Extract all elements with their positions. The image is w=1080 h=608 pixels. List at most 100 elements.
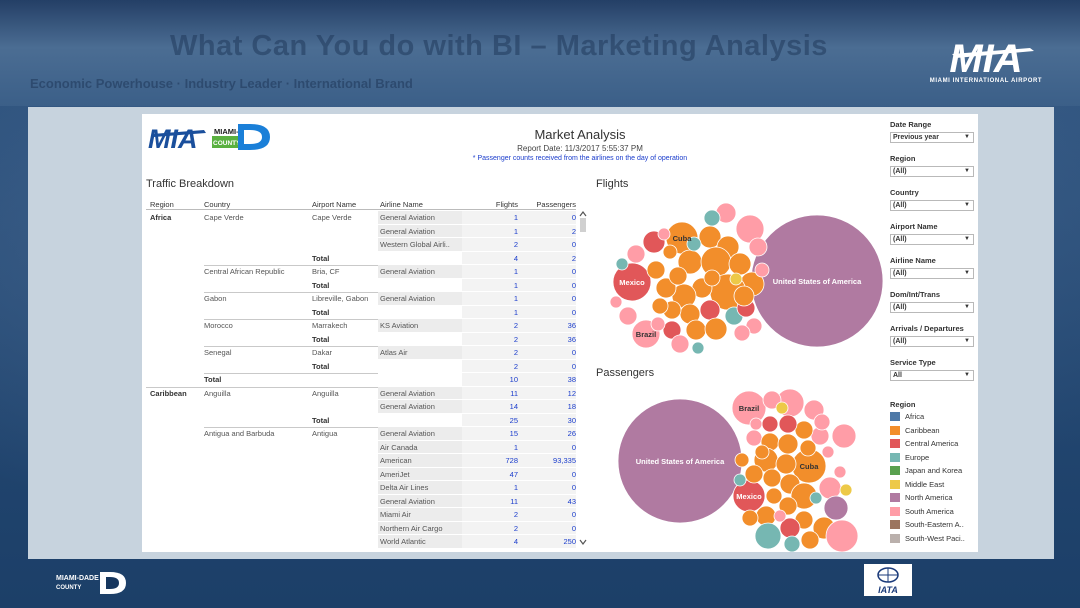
scrollbar-thumb[interactable] bbox=[580, 218, 586, 232]
airport-cell: Dakar bbox=[312, 348, 333, 357]
table-row[interactable]: Central African Republic Bria, CF General … bbox=[146, 265, 576, 279]
passengers-bubble[interactable] bbox=[800, 530, 820, 550]
passengers-bubble[interactable] bbox=[794, 420, 814, 440]
filter-dropdown[interactable]: (All) ▼ bbox=[890, 234, 974, 245]
table-row[interactable]: Air Canada 1 0 bbox=[146, 440, 576, 454]
dashboard-logos: MIA MIAMI-DADE COUNTY bbox=[148, 124, 270, 154]
flights-bubble-chart[interactable]: United States of America Cuba Mexico Brazil bbox=[594, 192, 884, 362]
table-row[interactable]: Miami Air 2 0 bbox=[146, 508, 576, 522]
filter-dropdown[interactable]: (All) ▼ bbox=[890, 166, 974, 177]
passengers-bubble[interactable] bbox=[762, 468, 782, 488]
flights-bubble[interactable] bbox=[748, 237, 768, 257]
passengers-bubble[interactable] bbox=[744, 464, 764, 484]
passengers-bubble[interactable] bbox=[823, 495, 849, 521]
table-total-row[interactable]: Total 10 38 bbox=[146, 373, 576, 387]
passengers-bubble[interactable] bbox=[734, 452, 750, 468]
table-total-row[interactable]: Total 1 0 bbox=[146, 278, 576, 292]
table-row[interactable]: General Aviation 11 43 bbox=[146, 494, 576, 508]
table-row[interactable]: Africa Cape Verde Cape Verde General Aviati… bbox=[146, 211, 576, 225]
passengers-bubble[interactable] bbox=[813, 413, 831, 431]
flights-bubble[interactable] bbox=[646, 260, 666, 280]
passengers-bubble[interactable] bbox=[765, 487, 783, 505]
passengers-bubble[interactable] bbox=[833, 465, 847, 479]
table-row[interactable]: General Aviation 1 2 bbox=[146, 224, 576, 238]
filter-dropdown[interactable]: Previous year ▼ bbox=[890, 132, 974, 143]
table-total-row[interactable]: Total 2 36 bbox=[146, 332, 576, 346]
airline-cell: Atlas Air bbox=[380, 348, 408, 357]
passengers-bubble[interactable] bbox=[775, 401, 789, 415]
passengers-bubble[interactable] bbox=[778, 414, 798, 434]
flights-bubble[interactable] bbox=[670, 334, 690, 354]
table-scrollbar[interactable] bbox=[578, 210, 588, 546]
passengers-bubble[interactable] bbox=[741, 509, 759, 527]
table-row[interactable]: Antigua and Barbuda Antigua General Aviati… bbox=[146, 427, 576, 441]
flights-bubble[interactable] bbox=[657, 227, 671, 241]
passengers-bubble[interactable] bbox=[809, 491, 823, 505]
flights-cell: 2 bbox=[513, 321, 518, 330]
table-row[interactable]: Delta Air Lines 1 0 bbox=[146, 481, 576, 495]
passengers-bubble[interactable] bbox=[733, 473, 747, 487]
flights-bubble[interactable] bbox=[703, 269, 721, 287]
flights-bubble[interactable] bbox=[668, 266, 688, 286]
table-row[interactable]: American 728 93,335 bbox=[146, 454, 576, 468]
table-row[interactable]: Senegal Dakar Atlas Air 2 0 bbox=[146, 346, 576, 360]
flights-bubble[interactable] bbox=[729, 272, 743, 286]
flights-bubble[interactable] bbox=[699, 299, 721, 321]
flights-bubble[interactable] bbox=[733, 324, 751, 342]
flights-bubble[interactable] bbox=[685, 319, 707, 341]
table-row[interactable]: AmeriJet 47 0 bbox=[146, 467, 576, 481]
flights-bubble[interactable] bbox=[733, 285, 755, 307]
flights-bubble[interactable] bbox=[651, 297, 669, 315]
table-row[interactable]: Caribbean Anguilla Anguilla General Aviatio… bbox=[146, 386, 576, 400]
passengers-bubble[interactable] bbox=[745, 429, 763, 447]
flights-bubble[interactable] bbox=[728, 252, 752, 276]
filter-value: (All) bbox=[893, 168, 907, 175]
passengers-bubble-chart[interactable]: United States of America Brazil Cuba Mexico bbox=[594, 380, 884, 552]
passengers-bubble[interactable] bbox=[761, 415, 779, 433]
passengers-bubble[interactable] bbox=[821, 445, 835, 459]
table-row[interactable]: Morocco Marrakech KS Aviation 2 36 bbox=[146, 319, 576, 333]
flights-bubble[interactable] bbox=[609, 295, 623, 309]
flights-bubble[interactable] bbox=[626, 244, 646, 264]
traffic-breakdown-table[interactable]: Region Country Airport Name Airline Name… bbox=[146, 198, 576, 550]
table-row[interactable]: Western Global Airli.. 2 0 bbox=[146, 238, 576, 252]
table-total-row[interactable]: Total 25 30 bbox=[146, 413, 576, 427]
flights-bubble[interactable] bbox=[703, 209, 721, 227]
flights-bubble[interactable] bbox=[704, 317, 728, 341]
airport-cell: Antigua bbox=[312, 429, 338, 438]
passengers-bubble[interactable] bbox=[825, 519, 859, 552]
passengers-bubble[interactable] bbox=[783, 535, 801, 552]
passengers-bubble[interactable] bbox=[754, 522, 782, 550]
passengers-bubble[interactable] bbox=[831, 423, 857, 449]
table-row[interactable]: World Atlantic 4 250 bbox=[146, 535, 576, 549]
filter-dropdown[interactable]: All ▼ bbox=[890, 370, 974, 381]
table-row[interactable]: Gabon Libreville, Gabon General Aviation 1 0 bbox=[146, 292, 576, 306]
passengers-bubble[interactable] bbox=[799, 439, 817, 457]
passengers-bubble[interactable] bbox=[773, 509, 787, 523]
filter-value: (All) bbox=[893, 270, 907, 277]
flights-bubble[interactable] bbox=[754, 262, 770, 278]
passengers-bubble[interactable] bbox=[775, 453, 797, 475]
flights-bubble[interactable] bbox=[691, 341, 705, 355]
table-total-row[interactable]: Total 4 2 bbox=[146, 251, 576, 265]
filter-dropdown[interactable]: (All) ▼ bbox=[890, 336, 974, 347]
passengers-bubble[interactable] bbox=[749, 417, 763, 431]
passengers-bubble[interactable] bbox=[777, 433, 799, 455]
table-row[interactable]: General Aviation 14 18 bbox=[146, 400, 576, 414]
table-row[interactable]: Northern Air Cargo 2 0 bbox=[146, 521, 576, 535]
passengers-bubble[interactable] bbox=[818, 476, 842, 500]
filter-dropdown[interactable]: (All) ▼ bbox=[890, 302, 974, 313]
passengers-bubble[interactable] bbox=[839, 483, 853, 497]
flights-bubble[interactable] bbox=[650, 316, 666, 332]
airport-cell: Total bbox=[312, 334, 330, 344]
table-total-row[interactable]: Total 1 0 bbox=[146, 305, 576, 319]
airport-cell: Bria, CF bbox=[312, 267, 340, 276]
legend-swatch bbox=[890, 479, 900, 489]
flights-bubble[interactable] bbox=[662, 244, 678, 260]
filter-dropdown[interactable]: (All) ▼ bbox=[890, 200, 974, 211]
flights-bubble[interactable] bbox=[618, 306, 638, 326]
table-total-row[interactable]: Total 2 0 bbox=[146, 359, 576, 373]
flights-bubble[interactable] bbox=[615, 257, 629, 271]
filter-dropdown[interactable]: (All) ▼ bbox=[890, 268, 974, 279]
passengers-bubble[interactable] bbox=[754, 444, 770, 460]
